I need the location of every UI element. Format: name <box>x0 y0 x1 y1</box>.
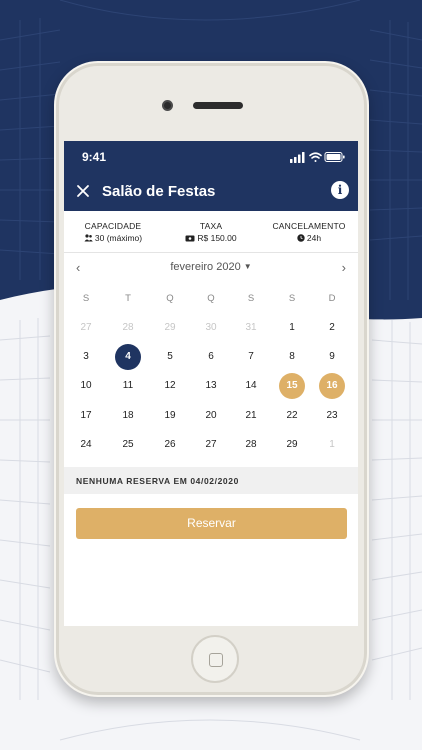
close-icon[interactable] <box>75 183 91 199</box>
stat-value: R$ 150.00 <box>197 233 237 243</box>
day-cell[interactable]: 29 <box>279 432 305 458</box>
day-cell: 31 <box>245 322 257 333</box>
stat-value: 24h <box>306 233 322 243</box>
weekday-label: S <box>82 293 90 304</box>
stat-cancellation: CANCELAMENTO 24h <box>260 221 358 243</box>
speaker-grille <box>193 102 243 109</box>
month-label: fevereiro 2020 <box>170 261 241 273</box>
day-cell[interactable]: 7 <box>238 344 264 370</box>
money-icon <box>185 235 195 242</box>
stat-label: TAXA <box>199 221 223 231</box>
day-cell-selected[interactable]: 4 <box>115 344 141 371</box>
weekday-label: Q <box>207 293 215 304</box>
status-icons <box>290 152 345 163</box>
home-square-icon <box>209 653 223 667</box>
day-cell[interactable]: 10 <box>73 373 99 399</box>
stat-label: CAPACIDADE <box>84 221 142 231</box>
stat-fee: TAXA R$ 150.00 <box>162 221 260 243</box>
day-cell[interactable]: 2 <box>319 315 345 341</box>
day-cell[interactable]: 19 <box>157 403 183 429</box>
weekday-label: D <box>328 293 336 304</box>
wifi-icon <box>309 152 322 162</box>
facility-stats: CAPACIDADE 30 (máximo) TAXA R$ 150.00 CA… <box>64 211 358 253</box>
home-button[interactable] <box>191 635 239 683</box>
day-cell[interactable]: 12 <box>157 373 183 399</box>
day-cell[interactable]: 8 <box>279 344 305 370</box>
day-cell-booked[interactable]: 16 <box>319 373 345 400</box>
notice-text: NENHUMA RESERVA EM 04/02/2020 <box>76 476 239 486</box>
day-cell[interactable]: 28 <box>238 432 264 458</box>
day-cell[interactable]: 3 <box>73 344 99 370</box>
day-cell[interactable]: 5 <box>157 344 183 370</box>
day-cell[interactable]: 1 <box>279 315 305 341</box>
info-icon[interactable]: i <box>331 181 349 199</box>
day-cell[interactable]: 18 <box>115 403 141 429</box>
weekday-label: Q <box>166 293 174 304</box>
day-cell[interactable]: 20 <box>198 403 224 429</box>
month-dropdown[interactable]: fevereiro 2020 ▼ <box>64 261 358 273</box>
app-header: Salão de Festas i <box>64 173 358 211</box>
signal-icon <box>290 152 305 163</box>
day-cell[interactable]: 27 <box>198 432 224 458</box>
weekday-header: STQQSSD <box>64 293 358 307</box>
reserve-button[interactable]: Reservar <box>76 508 347 539</box>
caret-down-icon: ▼ <box>243 262 252 271</box>
stat-label: CANCELAMENTO <box>272 221 346 231</box>
day-cell[interactable]: 17 <box>73 403 99 429</box>
page-title: Salão de Festas <box>102 183 216 200</box>
day-cell[interactable]: 11 <box>115 373 141 399</box>
stat-capacity: CAPACIDADE 30 (máximo) <box>64 221 162 243</box>
month-selector: ‹ fevereiro 2020 ▼ › <box>64 257 358 279</box>
camera-icon <box>162 100 173 111</box>
day-cell[interactable]: 25 <box>115 432 141 458</box>
clock-icon <box>297 234 305 242</box>
day-cell: 28 <box>122 322 134 333</box>
weekday-label: S <box>288 293 296 304</box>
day-cell-booked[interactable]: 15 <box>279 373 305 400</box>
day-cell[interactable]: 26 <box>157 432 183 458</box>
weekday-label: S <box>247 293 255 304</box>
day-cell[interactable]: 9 <box>319 344 345 370</box>
day-cell[interactable]: 14 <box>238 373 264 399</box>
day-cell[interactable]: 6 <box>198 344 224 370</box>
day-cell[interactable]: 24 <box>73 432 99 458</box>
people-icon <box>84 234 93 242</box>
day-cell[interactable]: 23 <box>319 403 345 429</box>
day-cell: 27 <box>80 322 92 333</box>
chevron-right-icon[interactable]: › <box>342 260 346 275</box>
reservation-notice: NENHUMA RESERVA EM 04/02/2020 <box>64 467 358 494</box>
stat-value: 30 (máximo) <box>94 233 143 243</box>
day-cell: 1 <box>329 438 335 450</box>
weekday-label: T <box>125 293 131 304</box>
status-time: 9:41 <box>82 150 107 164</box>
day-cell[interactable]: 22 <box>279 403 305 429</box>
app-screen: 9:41 Salão de Festas i CAPACIDADE 30 (má… <box>64 141 358 626</box>
status-bar: 9:41 <box>64 141 358 173</box>
battery-icon <box>324 152 345 162</box>
day-cell[interactable]: 13 <box>198 373 224 399</box>
day-cell: 30 <box>205 322 217 333</box>
day-cell: 29 <box>164 322 176 333</box>
day-cell[interactable]: 21 <box>238 403 264 429</box>
calendar-grid: 27 28 29 30 31 1 2 3 4 5 6 7 8 9 10 11 12 13 14 15 16 17 18 19 2… <box>64 315 358 465</box>
